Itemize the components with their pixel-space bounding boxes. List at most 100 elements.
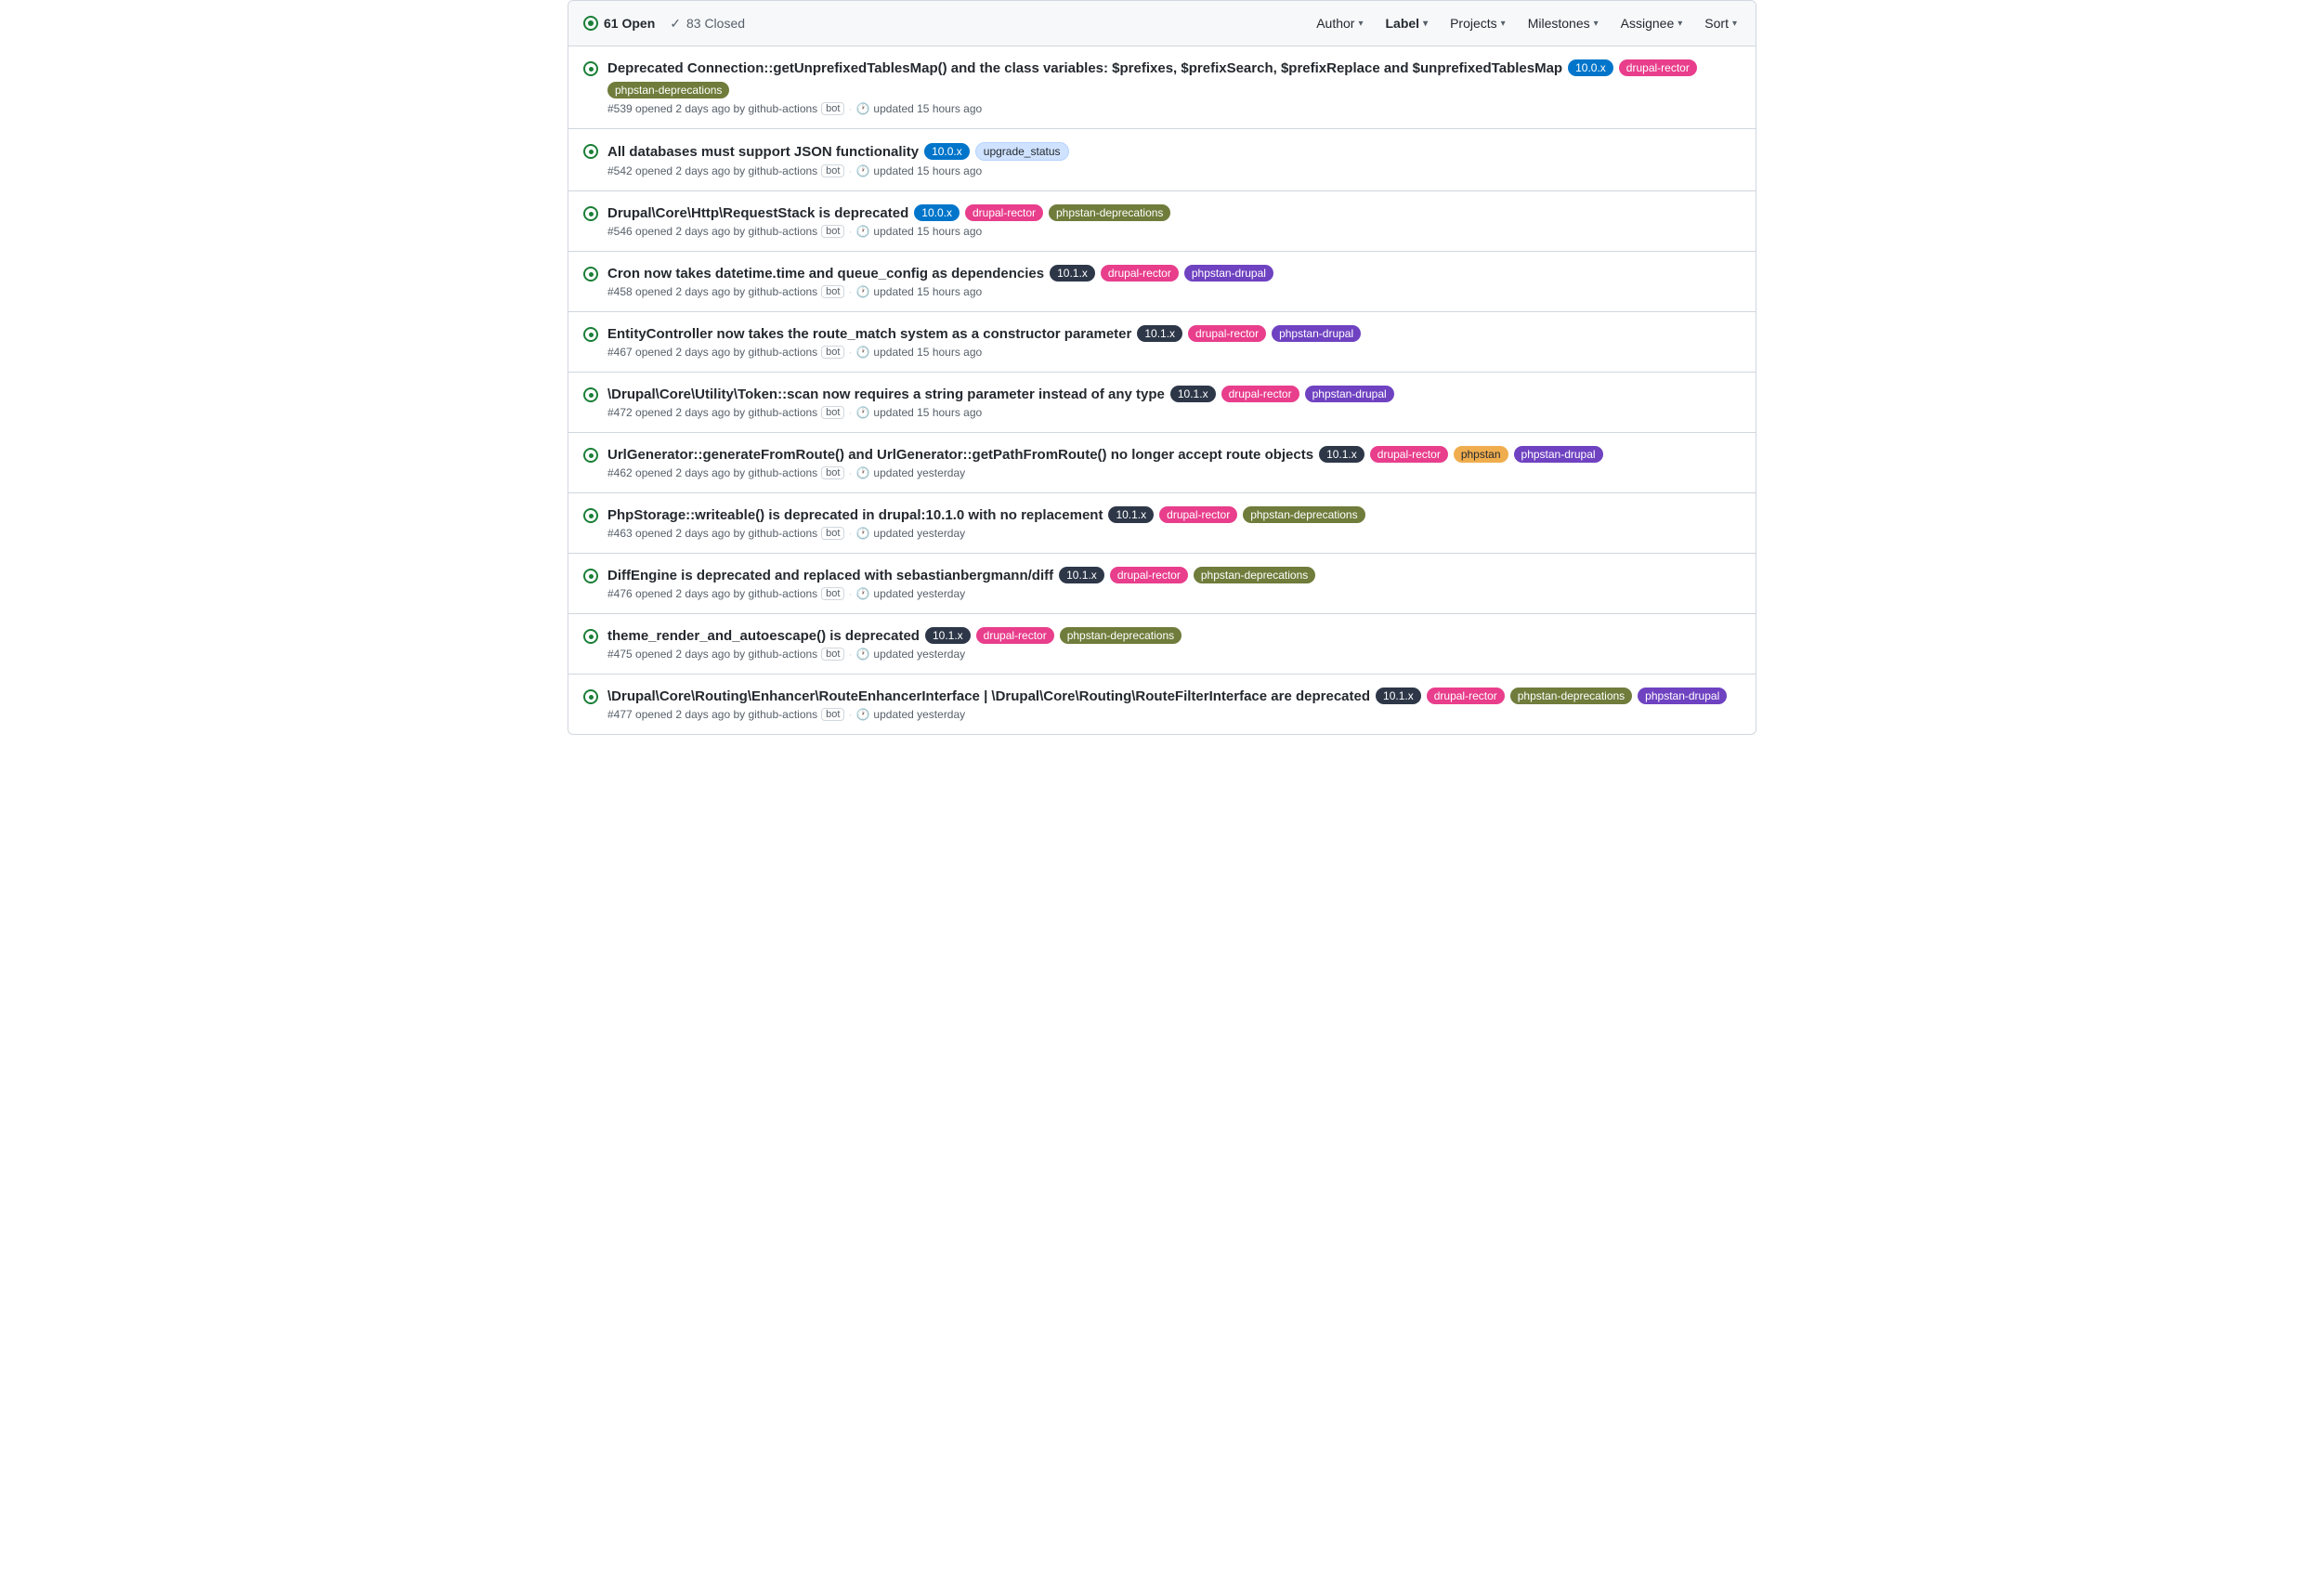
- issue-label[interactable]: 10.1.x: [1137, 325, 1182, 342]
- issue-label[interactable]: phpstan-deprecations: [1243, 506, 1364, 523]
- closed-count[interactable]: ✓ 83 Closed: [670, 16, 745, 32]
- issue-label[interactable]: phpstan-drupal: [1272, 325, 1361, 342]
- bot-badge: bot: [821, 164, 844, 177]
- issue-label[interactable]: drupal-rector: [1221, 386, 1299, 402]
- issue-label[interactable]: 10.1.x: [925, 627, 971, 644]
- issue-open-icon: [583, 448, 598, 463]
- issue-label[interactable]: 10.0.x: [1568, 59, 1613, 76]
- projects-chevron-icon: ▾: [1501, 19, 1506, 29]
- issue-label[interactable]: phpstan-deprecations: [1049, 204, 1170, 221]
- issue-title-row: PhpStorage::writeable() is deprecated in…: [607, 506, 1741, 523]
- bot-badge: bot: [821, 708, 844, 721]
- issue-label[interactable]: 10.0.x: [914, 204, 960, 221]
- issue-title-row: Drupal\Core\Http\RequestStack is depreca…: [607, 204, 1741, 221]
- issue-meta-text: #476 opened 2 days ago by github-actions: [607, 587, 817, 600]
- issue-content: Drupal\Core\Http\RequestStack is depreca…: [607, 204, 1741, 238]
- issue-label[interactable]: drupal-rector: [1427, 688, 1505, 704]
- clock-icon: 🕐: [855, 527, 869, 540]
- closed-count-label: 83 Closed: [686, 16, 745, 31]
- issue-label[interactable]: phpstan-drupal: [1638, 688, 1727, 704]
- issue-item: DiffEngine is deprecated and replaced wi…: [568, 554, 1756, 614]
- issue-label[interactable]: upgrade_status: [975, 142, 1069, 161]
- issue-meta: #476 opened 2 days ago by github-actions…: [607, 587, 1741, 600]
- issue-label[interactable]: phpstan-drupal: [1514, 446, 1603, 463]
- issue-meta: #462 opened 2 days ago by github-actions…: [607, 466, 1741, 479]
- open-issue-icon: [583, 16, 598, 31]
- issue-meta-text: #462 opened 2 days ago by github-actions: [607, 466, 817, 479]
- clock-icon: 🕐: [855, 225, 869, 238]
- issue-label[interactable]: 10.1.x: [1319, 446, 1364, 463]
- issue-label[interactable]: 10.0.x: [924, 143, 970, 160]
- issue-label[interactable]: 10.1.x: [1170, 386, 1216, 402]
- sort-filter[interactable]: Sort ▾: [1701, 12, 1741, 34]
- issue-title-row: All databases must support JSON function…: [607, 142, 1741, 161]
- milestones-filter[interactable]: Milestones ▾: [1524, 12, 1602, 34]
- divider: ·: [848, 648, 852, 661]
- issue-meta-text: #472 opened 2 days ago by github-actions: [607, 406, 817, 419]
- issue-label[interactable]: phpstan-deprecations: [1060, 627, 1182, 644]
- label-filter[interactable]: Label ▾: [1381, 12, 1431, 34]
- issue-label[interactable]: 10.1.x: [1050, 265, 1095, 282]
- issue-title[interactable]: Cron now takes datetime.time and queue_c…: [607, 266, 1044, 282]
- issue-title[interactable]: Drupal\Core\Http\RequestStack is depreca…: [607, 205, 908, 221]
- clock-icon: 🕐: [855, 708, 869, 721]
- issue-meta-text: #542 opened 2 days ago by github-actions: [607, 164, 817, 177]
- issue-meta: #539 opened 2 days ago by github-actions…: [607, 102, 1741, 115]
- issue-open-icon: [583, 508, 598, 523]
- issue-updated: updated 15 hours ago: [873, 102, 982, 115]
- issue-open-icon: [583, 689, 598, 704]
- issue-label[interactable]: phpstan-deprecations: [1194, 567, 1315, 583]
- issue-meta-text: #546 opened 2 days ago by github-actions: [607, 225, 817, 238]
- issue-content: DiffEngine is deprecated and replaced wi…: [607, 567, 1741, 600]
- bot-badge: bot: [821, 587, 844, 600]
- issue-title[interactable]: DiffEngine is deprecated and replaced wi…: [607, 568, 1053, 583]
- issue-meta: #463 opened 2 days ago by github-actions…: [607, 527, 1741, 540]
- issue-label[interactable]: 10.1.x: [1108, 506, 1154, 523]
- bot-badge: bot: [821, 648, 844, 661]
- issue-meta-text: #458 opened 2 days ago by github-actions: [607, 285, 817, 298]
- assignee-filter[interactable]: Assignee ▾: [1617, 12, 1687, 34]
- issue-title[interactable]: PhpStorage::writeable() is deprecated in…: [607, 507, 1103, 523]
- issue-title[interactable]: EntityController now takes the route_mat…: [607, 326, 1131, 342]
- issue-title[interactable]: All databases must support JSON function…: [607, 144, 919, 160]
- author-filter[interactable]: Author ▾: [1312, 12, 1366, 34]
- issue-label[interactable]: drupal-rector: [965, 204, 1043, 221]
- issue-title[interactable]: UrlGenerator::generateFromRoute() and Ur…: [607, 447, 1313, 463]
- issue-label[interactable]: phpstan-deprecations: [607, 82, 729, 98]
- issue-title[interactable]: \Drupal\Core\Utility\Token::scan now req…: [607, 386, 1165, 402]
- projects-filter[interactable]: Projects ▾: [1446, 12, 1509, 34]
- issue-label[interactable]: drupal-rector: [1110, 567, 1188, 583]
- bot-badge: bot: [821, 285, 844, 298]
- issue-title-row: \Drupal\Core\Utility\Token::scan now req…: [607, 386, 1741, 402]
- issue-label[interactable]: phpstan-drupal: [1305, 386, 1394, 402]
- issue-label[interactable]: drupal-rector: [1619, 59, 1697, 76]
- toolbar-right: Author ▾ Label ▾ Projects ▾ Milestones ▾…: [1312, 12, 1741, 34]
- clock-icon: 🕐: [855, 466, 869, 479]
- issue-label[interactable]: 10.1.x: [1059, 567, 1104, 583]
- issue-title[interactable]: \Drupal\Core\Routing\Enhancer\RouteEnhan…: [607, 688, 1370, 704]
- issue-content: theme_render_and_autoescape() is depreca…: [607, 627, 1741, 661]
- clock-icon: 🕐: [855, 587, 869, 600]
- issue-label[interactable]: drupal-rector: [976, 627, 1054, 644]
- divider: ·: [848, 346, 852, 359]
- issue-open-icon: [583, 629, 598, 644]
- open-count[interactable]: 61 Open: [583, 16, 655, 31]
- issue-label[interactable]: phpstan: [1454, 446, 1508, 463]
- issue-label[interactable]: drupal-rector: [1159, 506, 1237, 523]
- issue-open-icon: [583, 387, 598, 402]
- issue-label[interactable]: drupal-rector: [1101, 265, 1179, 282]
- divider: ·: [848, 285, 852, 298]
- issue-content: \Drupal\Core\Routing\Enhancer\RouteEnhan…: [607, 688, 1741, 721]
- issue-title[interactable]: Deprecated Connection::getUnprefixedTabl…: [607, 60, 1562, 76]
- issue-list: Deprecated Connection::getUnprefixedTabl…: [568, 46, 1756, 734]
- issue-label[interactable]: drupal-rector: [1188, 325, 1266, 342]
- clock-icon: 🕐: [855, 406, 869, 419]
- bot-badge: bot: [821, 102, 844, 115]
- issue-label[interactable]: drupal-rector: [1370, 446, 1448, 463]
- issue-label[interactable]: phpstan-drupal: [1184, 265, 1273, 282]
- issue-label[interactable]: 10.1.x: [1376, 688, 1421, 704]
- sort-chevron-icon: ▾: [1732, 19, 1737, 29]
- issue-label[interactable]: phpstan-deprecations: [1510, 688, 1632, 704]
- bot-badge: bot: [821, 406, 844, 419]
- issue-title[interactable]: theme_render_and_autoescape() is depreca…: [607, 628, 920, 644]
